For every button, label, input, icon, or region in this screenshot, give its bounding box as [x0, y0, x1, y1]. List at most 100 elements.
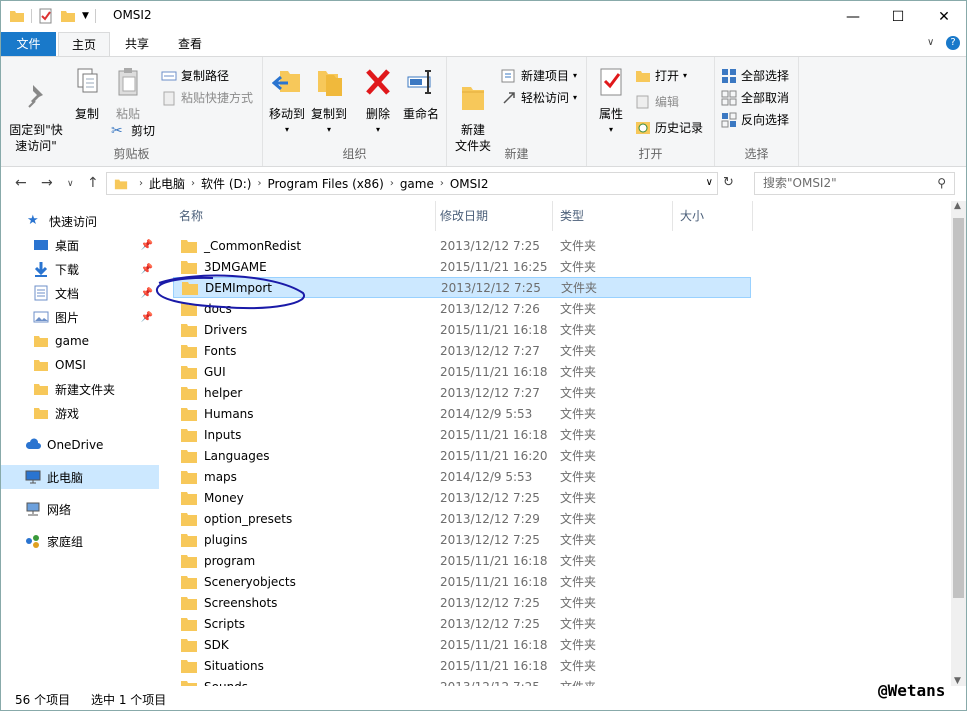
table-row[interactable]: GUI 2015/11/21 16:18 文件夹 — [173, 361, 751, 382]
table-row[interactable]: Drivers 2015/11/21 16:18 文件夹 — [173, 319, 751, 340]
help-icon[interactable]: ? — [946, 36, 960, 50]
delete-button[interactable]: 删除 ▾ — [363, 65, 393, 138]
breadcrumb-drive-d[interactable]: 软件 (D:) — [201, 175, 251, 192]
qa-dropdown-icon[interactable]: ▼ — [82, 11, 89, 21]
table-row[interactable]: docs 2013/12/12 7:26 文件夹 — [173, 298, 751, 319]
up-button[interactable]: ↑ — [87, 175, 99, 191]
file-date: 2015/11/21 16:18 — [440, 322, 548, 337]
invert-selection-button[interactable]: 反向选择 — [721, 111, 789, 128]
copy-to-button[interactable]: 复制到 ▾ — [309, 65, 349, 138]
file-date: 2015/11/21 16:18 — [440, 637, 548, 652]
table-row[interactable]: Situations 2015/11/21 16:18 文件夹 — [173, 655, 751, 676]
expand-ribbon-icon[interactable]: ∨ — [927, 37, 934, 48]
tab-file[interactable]: 文件 — [1, 32, 56, 56]
nav-homegroup[interactable]: 家庭组 — [1, 529, 159, 553]
nav-this-pc[interactable]: 此电脑 — [1, 465, 159, 489]
move-to-button[interactable]: 移动到 ▾ — [267, 65, 307, 138]
nav-item-label: 游戏 — [55, 406, 80, 421]
scroll-down-icon[interactable]: ▼ — [954, 676, 961, 686]
scrollbar-thumb[interactable] — [953, 218, 964, 598]
table-row[interactable]: Sounds2013/12/12 7:25文件夹 — [173, 676, 751, 686]
desktop-icon — [34, 240, 48, 250]
table-row[interactable]: Languages 2015/11/21 16:20 文件夹 — [173, 445, 751, 466]
table-row[interactable]: Inputs 2015/11/21 16:18 文件夹 — [173, 424, 751, 445]
column-header-size[interactable]: 大小 — [672, 201, 753, 231]
paste-button[interactable]: 粘贴 — [109, 65, 147, 122]
nav-network[interactable]: 网络 — [1, 497, 159, 521]
minimize-button[interactable]: — — [830, 1, 876, 32]
breadcrumb-this-pc[interactable]: 此电脑 — [149, 175, 185, 192]
maximize-button[interactable]: ☐ — [875, 1, 921, 32]
tab-home[interactable]: 主页 — [58, 32, 110, 57]
table-row[interactable]: program 2015/11/21 16:18 文件夹 — [173, 550, 751, 571]
tab-view[interactable]: 查看 — [166, 32, 214, 56]
nav-item-games[interactable]: 游戏 — [1, 401, 159, 425]
nav-item-game[interactable]: game — [1, 329, 159, 353]
table-row[interactable]: Screenshots 2013/12/12 7:25 文件夹 — [173, 592, 751, 613]
nav-item-pictures[interactable]: 图片 📌 — [1, 305, 159, 329]
table-row[interactable]: DEMImport 2013/12/12 7:25 文件夹 — [173, 277, 751, 298]
paste-shortcut-label: 粘贴快捷方式 — [181, 91, 254, 105]
file-date: 2015/11/21 16:18 — [440, 364, 548, 379]
close-button[interactable]: ✕ — [921, 1, 966, 32]
table-row[interactable]: option_presets 2013/12/12 7:29 文件夹 — [173, 508, 751, 529]
nav-onedrive[interactable]: OneDrive — [1, 433, 159, 457]
properties-button[interactable]: 属性 ▾ — [595, 65, 627, 138]
scroll-up-icon[interactable]: ▲ — [954, 201, 961, 211]
address-dropdown-icon[interactable]: ∨ — [706, 177, 713, 188]
select-all-icon — [722, 68, 736, 83]
table-row[interactable]: _CommonRedist 2013/12/12 7:25 文件夹 — [173, 235, 751, 256]
easy-access-button[interactable]: 轻松访问 ▾ — [501, 89, 577, 106]
breadcrumb-omsi2[interactable]: OMSI2 — [450, 177, 489, 191]
nav-item-downloads[interactable]: 下载 📌 — [1, 257, 159, 281]
table-row[interactable]: plugins 2013/12/12 7:25 文件夹 — [173, 529, 751, 550]
table-row[interactable]: Money 2013/12/12 7:25 文件夹 — [173, 487, 751, 508]
new-folder-button[interactable]: 新建 文件夹 — [453, 65, 493, 154]
table-row[interactable]: maps 2014/12/9 5:53 文件夹 — [173, 466, 751, 487]
table-row[interactable]: Humans 2014/12/9 5:53 文件夹 — [173, 403, 751, 424]
column-header-type[interactable]: 类型 — [552, 201, 673, 231]
paste-shortcut-button[interactable]: 粘贴快捷方式 — [161, 89, 253, 106]
table-row[interactable]: Fonts 2013/12/12 7:27 文件夹 — [173, 340, 751, 361]
vertical-scrollbar[interactable]: ▲ ▼ — [951, 201, 966, 686]
item-count: 56 个项目 — [15, 693, 71, 707]
new-item-button[interactable]: 新建项目 ▾ — [501, 67, 577, 84]
tab-share[interactable]: 共享 — [113, 32, 161, 56]
search-input[interactable]: 搜索"OMSI2" ⚲ — [754, 172, 955, 195]
recent-locations-icon[interactable]: ∨ — [67, 179, 74, 189]
copy-path-button[interactable]: 复制路径 — [161, 67, 229, 84]
table-row[interactable]: 3DMGAME 2015/11/21 16:25 文件夹 — [173, 256, 751, 277]
nav-quick-access[interactable]: ★ 快速访问 — [1, 209, 159, 233]
back-button[interactable]: ← — [15, 175, 27, 191]
nav-item-desktop[interactable]: 桌面 📌 — [1, 233, 159, 257]
breadcrumb-program-files[interactable]: Program Files (x86) — [267, 177, 383, 191]
table-row[interactable]: Scripts 2013/12/12 7:25 文件夹 — [173, 613, 751, 634]
rename-button[interactable]: 重命名 — [399, 65, 443, 122]
table-row[interactable]: SDK 2015/11/21 16:18 文件夹 — [173, 634, 751, 655]
table-row[interactable]: helper 2013/12/12 7:27 文件夹 — [173, 382, 751, 403]
address-bar[interactable]: › 此电脑 › 软件 (D:) › Program Files (x86) › … — [106, 172, 718, 195]
edit-button[interactable]: 编辑 — [635, 93, 679, 110]
move-to-icon — [271, 71, 300, 92]
open-button[interactable]: 打开 ▾ — [635, 67, 687, 84]
column-header-date[interactable]: 修改日期 — [432, 201, 553, 231]
open-group-label: 打开 — [638, 147, 663, 161]
nav-item-omsi[interactable]: OMSI — [1, 353, 159, 377]
forward-button[interactable]: → — [41, 175, 53, 191]
breadcrumb-game[interactable]: game — [400, 177, 434, 191]
history-button[interactable]: 历史记录 — [635, 119, 703, 136]
title-bar: ▼ OMSI2 — ☐ ✕ — [1, 1, 966, 32]
refresh-button[interactable]: ↻ — [723, 175, 734, 190]
select-all-button[interactable]: 全部选择 — [721, 67, 789, 84]
pin-quick-access-button[interactable]: 固定到"快 速访问" — [7, 65, 65, 154]
nav-item-new-folder[interactable]: 新建文件夹 — [1, 377, 159, 401]
nav-item-documents[interactable]: 文档 📌 — [1, 281, 159, 305]
cut-button[interactable]: ✂ 剪切 — [111, 122, 155, 139]
column-header-name[interactable]: 名称 — [171, 201, 436, 231]
select-none-button[interactable]: 全部取消 — [721, 89, 789, 106]
new-folder-icon[interactable] — [60, 7, 76, 25]
copy-button[interactable]: 复制 — [69, 65, 105, 122]
properties-icon[interactable] — [38, 7, 54, 25]
table-row[interactable]: Sceneryobjects 2015/11/21 16:18 文件夹 — [173, 571, 751, 592]
nav-item-label: OMSI — [55, 358, 86, 372]
